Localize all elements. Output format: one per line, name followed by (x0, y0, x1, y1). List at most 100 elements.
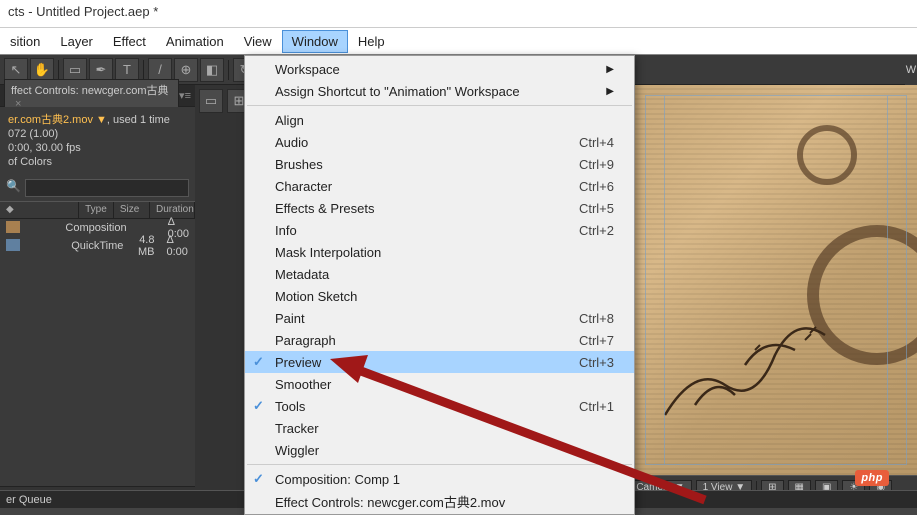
menu-item-label: Info (275, 223, 297, 238)
submenu-arrow-icon: ▶ (606, 86, 614, 97)
project-rows: CompositionΔ 0:00QuickTime4.8 MBΔ 0:00 (0, 219, 195, 255)
menu-item-label: Metadata (275, 267, 329, 282)
right-panel-collapsed[interactable]: W (905, 55, 917, 85)
check-icon: ✓ (253, 471, 264, 487)
decorative-flourish (655, 305, 835, 425)
menu-shortcut: Ctrl+9 (579, 157, 614, 172)
toolbar-separator (228, 60, 229, 80)
menu-window[interactable]: Window (282, 30, 348, 53)
menu-item-effect-controls-newcger-com-2-mov[interactable]: Effect Controls: newcger.com古典2.mov (245, 490, 634, 512)
col-size[interactable]: Size (114, 202, 150, 218)
item-type-icon (6, 239, 20, 251)
table-row[interactable]: QuickTime4.8 MBΔ 0:00 (0, 237, 195, 255)
menu-item-motion-sketch[interactable]: Motion Sketch (245, 285, 634, 307)
menu-separator (247, 464, 632, 465)
menu-shortcut: Ctrl+5 (579, 201, 614, 216)
menu-sition[interactable]: sition (0, 30, 50, 53)
menubar: sitionLayerEffectAnimationViewWindowHelp (0, 28, 917, 55)
menu-item-composition-comp-1[interactable]: ✓ Composition: Comp 1 (245, 468, 634, 490)
project-info: er.com古典2.mov ▼, used 1 time 072 (1.00) … (0, 107, 195, 175)
php-watermark: php (855, 470, 889, 486)
cell-size: 4.8 MB (129, 233, 160, 259)
project-filename[interactable]: er.com古典2.mov ▼ (8, 114, 107, 126)
project-search-input[interactable] (25, 179, 189, 197)
menu-item-label: Tracker (275, 421, 319, 436)
project-resolution: 072 (1.00) (8, 127, 187, 141)
viewer-content (635, 85, 917, 475)
cell-type: QuickTime (65, 239, 129, 253)
menu-separator (247, 105, 632, 106)
menu-shortcut: Ctrl+8 (579, 311, 614, 326)
decorative-swirl (797, 125, 857, 185)
menu-item-mask-interpolation[interactable]: Mask Interpolation (245, 241, 634, 263)
panel-tabs: ffect Controls: newcger.com古典 × ▾≡ (0, 85, 195, 107)
menu-item-wiggler[interactable]: Wiggler (245, 439, 634, 461)
menu-shortcut: Ctrl+1 (579, 399, 614, 414)
menu-item-workspace[interactable]: Workspace ▶ (245, 58, 634, 80)
menu-item-label: Brushes (275, 157, 323, 172)
menu-item-label: Audio (275, 135, 308, 150)
menu-item-paint[interactable]: Paint Ctrl+8 (245, 307, 634, 329)
menu-shortcut: Ctrl+7 (579, 333, 614, 348)
menu-item-brushes[interactable]: Brushes Ctrl+9 (245, 153, 634, 175)
menu-item-label: Paragraph (275, 333, 336, 348)
menu-item-label: Paint (275, 311, 305, 326)
cell-duration: Δ 0:00 (160, 233, 195, 259)
check-icon: ✓ (253, 354, 264, 370)
menu-shortcut: Ctrl+4 (579, 135, 614, 150)
menu-item-label: Preview (275, 355, 321, 370)
menu-item-label: Wiggler (275, 443, 319, 458)
menu-shortcut: Ctrl+2 (579, 223, 614, 238)
menu-item-label: Composition: Comp 1 (275, 472, 400, 487)
menu-item-label: Character (275, 179, 332, 194)
check-icon: ✓ (253, 398, 264, 414)
menu-layer[interactable]: Layer (50, 30, 103, 53)
menu-item-label: Mask Interpolation (275, 245, 381, 260)
composition-viewer[interactable] (635, 85, 917, 475)
menu-item-label: Align (275, 113, 304, 128)
eraser-tool-icon[interactable]: ◧ (200, 58, 224, 82)
menu-item-effects-presets[interactable]: Effects & Presets Ctrl+5 (245, 197, 634, 219)
toolbar-separator (58, 60, 59, 80)
menu-item-align[interactable]: Align (245, 109, 634, 131)
menu-item-label: Assign Shortcut to "Animation" Workspace (275, 84, 520, 99)
menu-effect[interactable]: Effect (103, 30, 156, 53)
panel-menu-icon[interactable]: ▾≡ (179, 89, 191, 102)
menu-item-metadata[interactable]: Metadata (245, 263, 634, 285)
titlebar-text: cts - Untitled Project.aep * (8, 4, 158, 19)
item-type-icon (6, 221, 20, 233)
menu-animation[interactable]: Animation (156, 30, 234, 53)
col-name-icon[interactable]: ◆ (0, 202, 79, 218)
window-menu-dropdown: Workspace▶Assign Shortcut to "Animation"… (244, 55, 635, 515)
menu-item-label: Motion Sketch (275, 289, 357, 304)
menu-item-tracker[interactable]: Tracker (245, 417, 634, 439)
menu-item-label: Effects & Presets (275, 201, 374, 216)
menu-shortcut: Ctrl+6 (579, 179, 614, 194)
col-type[interactable]: Type (79, 202, 114, 218)
menu-item-character[interactable]: Character Ctrl+6 (245, 175, 634, 197)
menu-item-preview[interactable]: ✓ Preview Ctrl+3 (245, 351, 634, 373)
cell-size (133, 227, 162, 229)
menu-item-label: Tools (275, 399, 305, 414)
menu-help[interactable]: Help (348, 30, 395, 53)
cell-type: Composition (59, 221, 132, 235)
composition-icon[interactable]: ▭ (199, 89, 223, 113)
window-titlebar: cts - Untitled Project.aep * (0, 0, 917, 28)
search-icon[interactable]: 🔍 (6, 179, 21, 197)
toolbar-separator (143, 60, 144, 80)
menu-shortcut: Ctrl+3 (579, 355, 614, 370)
project-fps: 0:00, 30.00 fps (8, 141, 187, 155)
menu-item-tools[interactable]: ✓ Tools Ctrl+1 (245, 395, 634, 417)
submenu-arrow-icon: ▶ (606, 64, 614, 75)
menu-view[interactable]: View (234, 30, 282, 53)
menu-item-paragraph[interactable]: Paragraph Ctrl+7 (245, 329, 634, 351)
menu-item-label: Workspace (275, 62, 340, 77)
project-panel: ffect Controls: newcger.com古典 × ▾≡ er.co… (0, 85, 195, 508)
menu-item-info[interactable]: Info Ctrl+2 (245, 219, 634, 241)
project-search-row: 🔍 (0, 175, 195, 201)
menu-item-smoother[interactable]: Smoother (245, 373, 634, 395)
menu-item-label: Smoother (275, 377, 331, 392)
menu-item-audio[interactable]: Audio Ctrl+4 (245, 131, 634, 153)
menu-item-assign-shortcut-to-animation-workspace[interactable]: Assign Shortcut to "Animation" Workspace… (245, 80, 634, 102)
project-colors: of Colors (8, 155, 187, 169)
